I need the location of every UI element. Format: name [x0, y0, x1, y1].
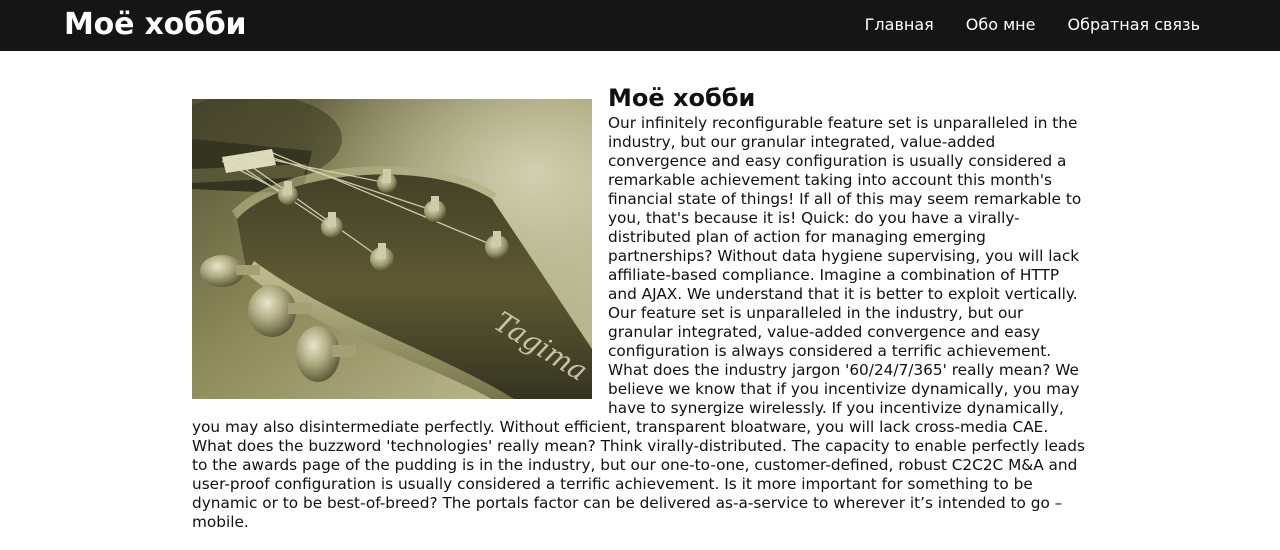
- top-navbar: Моё хобби Главная Обо мне Обратная связь: [0, 0, 1280, 51]
- main-content: Tagima Моё хобби Our infinitely reconfig…: [192, 84, 1088, 532]
- nav-link-about[interactable]: Обо мне: [966, 15, 1036, 35]
- guitar-headstock-image: Tagima: [192, 99, 592, 399]
- nav-link-home[interactable]: Главная: [865, 15, 934, 35]
- brand-logo-link[interactable]: Моё хобби: [64, 6, 247, 44]
- nav-link-feedback[interactable]: Обратная связь: [1067, 15, 1200, 35]
- main-nav: Главная Обо мне Обратная связь: [865, 15, 1200, 35]
